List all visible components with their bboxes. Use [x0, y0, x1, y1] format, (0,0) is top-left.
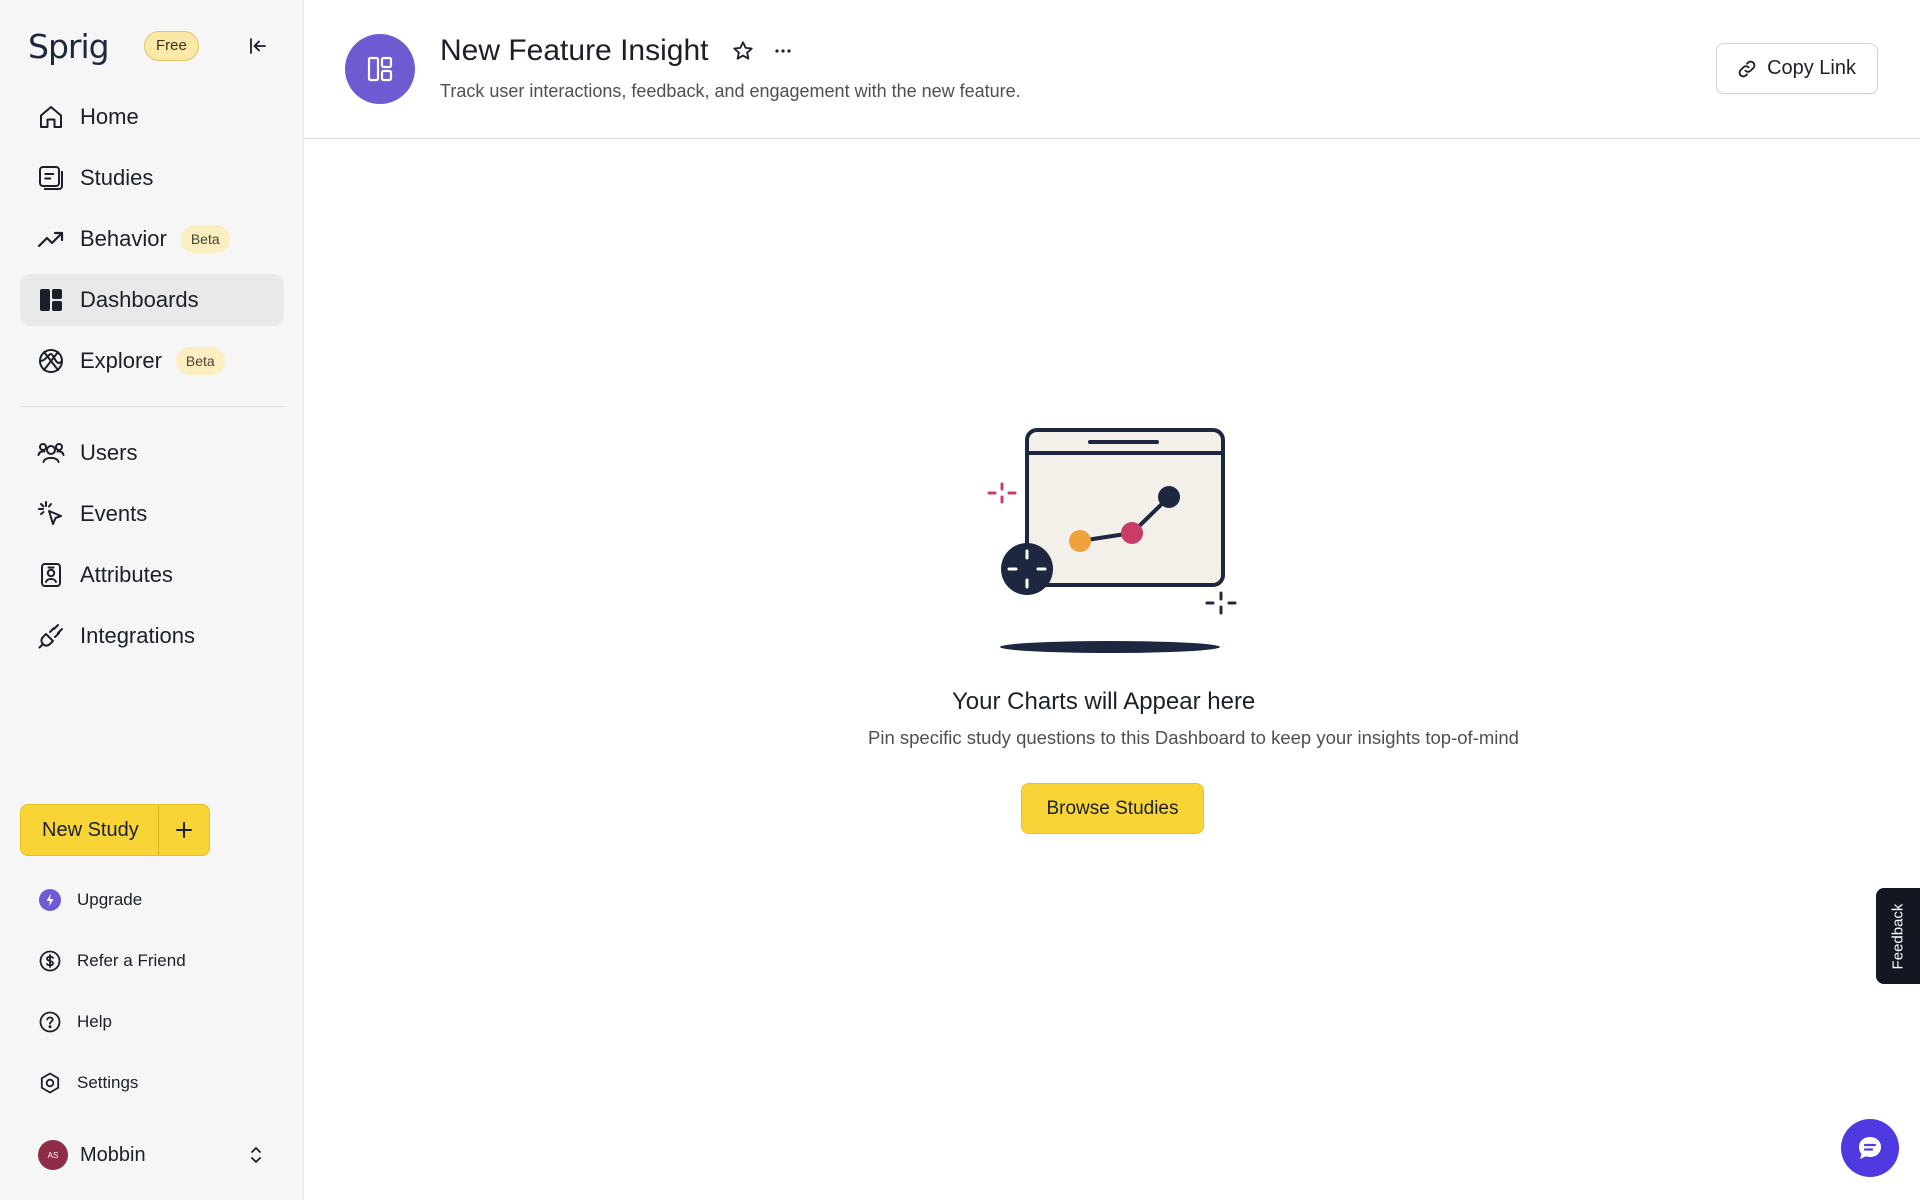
main-nav: Home Studies Behavior Beta Dashboards Ex… — [20, 91, 284, 396]
nav-divider — [20, 406, 284, 407]
data-nav: Users Events Attributes Integrations — [20, 427, 284, 671]
sidebar-item-attributes[interactable]: Attributes — [20, 549, 284, 601]
empty-charts-illustration — [985, 425, 1240, 655]
ellipsis-icon — [775, 49, 792, 53]
trending-up-icon — [36, 224, 66, 254]
feedback-tab[interactable]: Feedback — [1876, 888, 1920, 984]
sidebar-item-upgrade[interactable]: Upgrade — [20, 875, 284, 925]
sidebar-item-label: Studies — [80, 165, 154, 190]
sidebar-item-studies[interactable]: Studies — [20, 152, 284, 204]
logo-text: Sprig — [28, 26, 110, 66]
plus-icon — [176, 822, 192, 838]
collapse-left-icon — [250, 38, 266, 54]
new-study-split-button: New Study — [20, 804, 210, 856]
sidebar-item-label: Upgrade — [77, 890, 143, 909]
home-icon — [36, 102, 66, 132]
brand-logo[interactable]: Sprig — [28, 24, 110, 68]
dashboard-icon — [36, 285, 66, 315]
page-description: Track user interactions, feedback, and e… — [440, 81, 1021, 101]
sidebar-item-help[interactable]: Help — [20, 997, 284, 1047]
sidebar-item-label: Attributes — [80, 562, 173, 587]
studies-icon — [36, 163, 66, 193]
cursor-click-icon — [36, 499, 66, 529]
footer-nav: Upgrade Refer a Friend Help Settings — [20, 875, 284, 1119]
sidebar-item-label: Explorer — [80, 348, 162, 373]
sidebar-item-dashboards[interactable]: Dashboards — [20, 274, 284, 326]
upgrade-icon — [38, 888, 62, 912]
badge-icon — [36, 560, 66, 590]
sidebar-item-label: Events — [80, 501, 148, 526]
empty-state-subtitle: Pin specific study questions to this Das… — [868, 727, 1519, 748]
browse-studies-button[interactable]: Browse Studies — [1021, 783, 1204, 834]
chat-launcher-button[interactable] — [1841, 1119, 1899, 1177]
sidebar-item-behavior[interactable]: Behavior Beta — [20, 213, 284, 265]
beta-badge: Beta — [180, 225, 230, 253]
sidebar-item-label: Help — [77, 1012, 112, 1031]
sidebar-item-label: Integrations — [80, 623, 195, 648]
new-study-plus-button[interactable] — [159, 805, 209, 855]
copy-link-button[interactable]: Copy Link — [1716, 43, 1878, 94]
plan-badge: Free — [144, 31, 199, 61]
explorer-icon — [36, 346, 66, 376]
sidebar-item-label: Behavior — [80, 226, 167, 251]
settings-icon — [38, 1071, 62, 1095]
sidebar-item-label: Settings — [77, 1073, 139, 1092]
more-options-button[interactable] — [768, 36, 798, 66]
sidebar-item-label: Users — [80, 440, 138, 465]
account-switcher[interactable]: AS Mobbin — [20, 1134, 284, 1176]
copy-link-label: Copy Link — [1767, 57, 1856, 79]
sidebar-item-home[interactable]: Home — [20, 91, 284, 143]
star-icon — [733, 41, 754, 60]
collapse-sidebar-button[interactable] — [242, 30, 274, 62]
sidebar-item-users[interactable]: Users — [20, 427, 284, 479]
sidebar-item-integrations[interactable]: Integrations — [20, 610, 284, 662]
page-title: New Feature Insight — [440, 34, 709, 67]
sidebar-item-refer-a-friend[interactable]: Refer a Friend — [20, 936, 284, 986]
sidebar-item-explorer[interactable]: Explorer Beta — [20, 335, 284, 387]
users-icon — [36, 438, 66, 468]
favorite-button[interactable] — [728, 36, 758, 66]
sidebar-item-label: Dashboards — [80, 287, 199, 312]
account-name: Mobbin — [80, 1143, 146, 1166]
empty-state-title: Your Charts will Appear here — [952, 688, 1256, 715]
link-icon — [1738, 60, 1756, 77]
sidebar: Sprig Free Home Studies Behavior Beta Da… — [0, 0, 304, 1200]
dashboard-avatar-icon — [345, 34, 415, 104]
sidebar-item-label: Home — [80, 104, 139, 129]
chat-icon — [1859, 1137, 1881, 1159]
sidebar-item-events[interactable]: Events — [20, 488, 284, 540]
chevron-up-down-icon — [244, 1143, 268, 1167]
avatar: AS — [38, 1140, 68, 1170]
beta-badge: Beta — [175, 347, 225, 375]
title-row: New Feature Insight — [440, 34, 808, 68]
help-icon — [38, 1010, 62, 1034]
sidebar-item-settings[interactable]: Settings — [20, 1058, 284, 1108]
new-study-button[interactable]: New Study — [21, 805, 159, 855]
sidebar-item-label: Refer a Friend — [77, 951, 186, 970]
plug-icon — [36, 621, 66, 651]
page-header: New Feature Insight Track user interacti… — [305, 0, 1920, 139]
dollar-icon — [38, 949, 62, 973]
feedback-tab-label: Feedback — [1889, 903, 1907, 969]
